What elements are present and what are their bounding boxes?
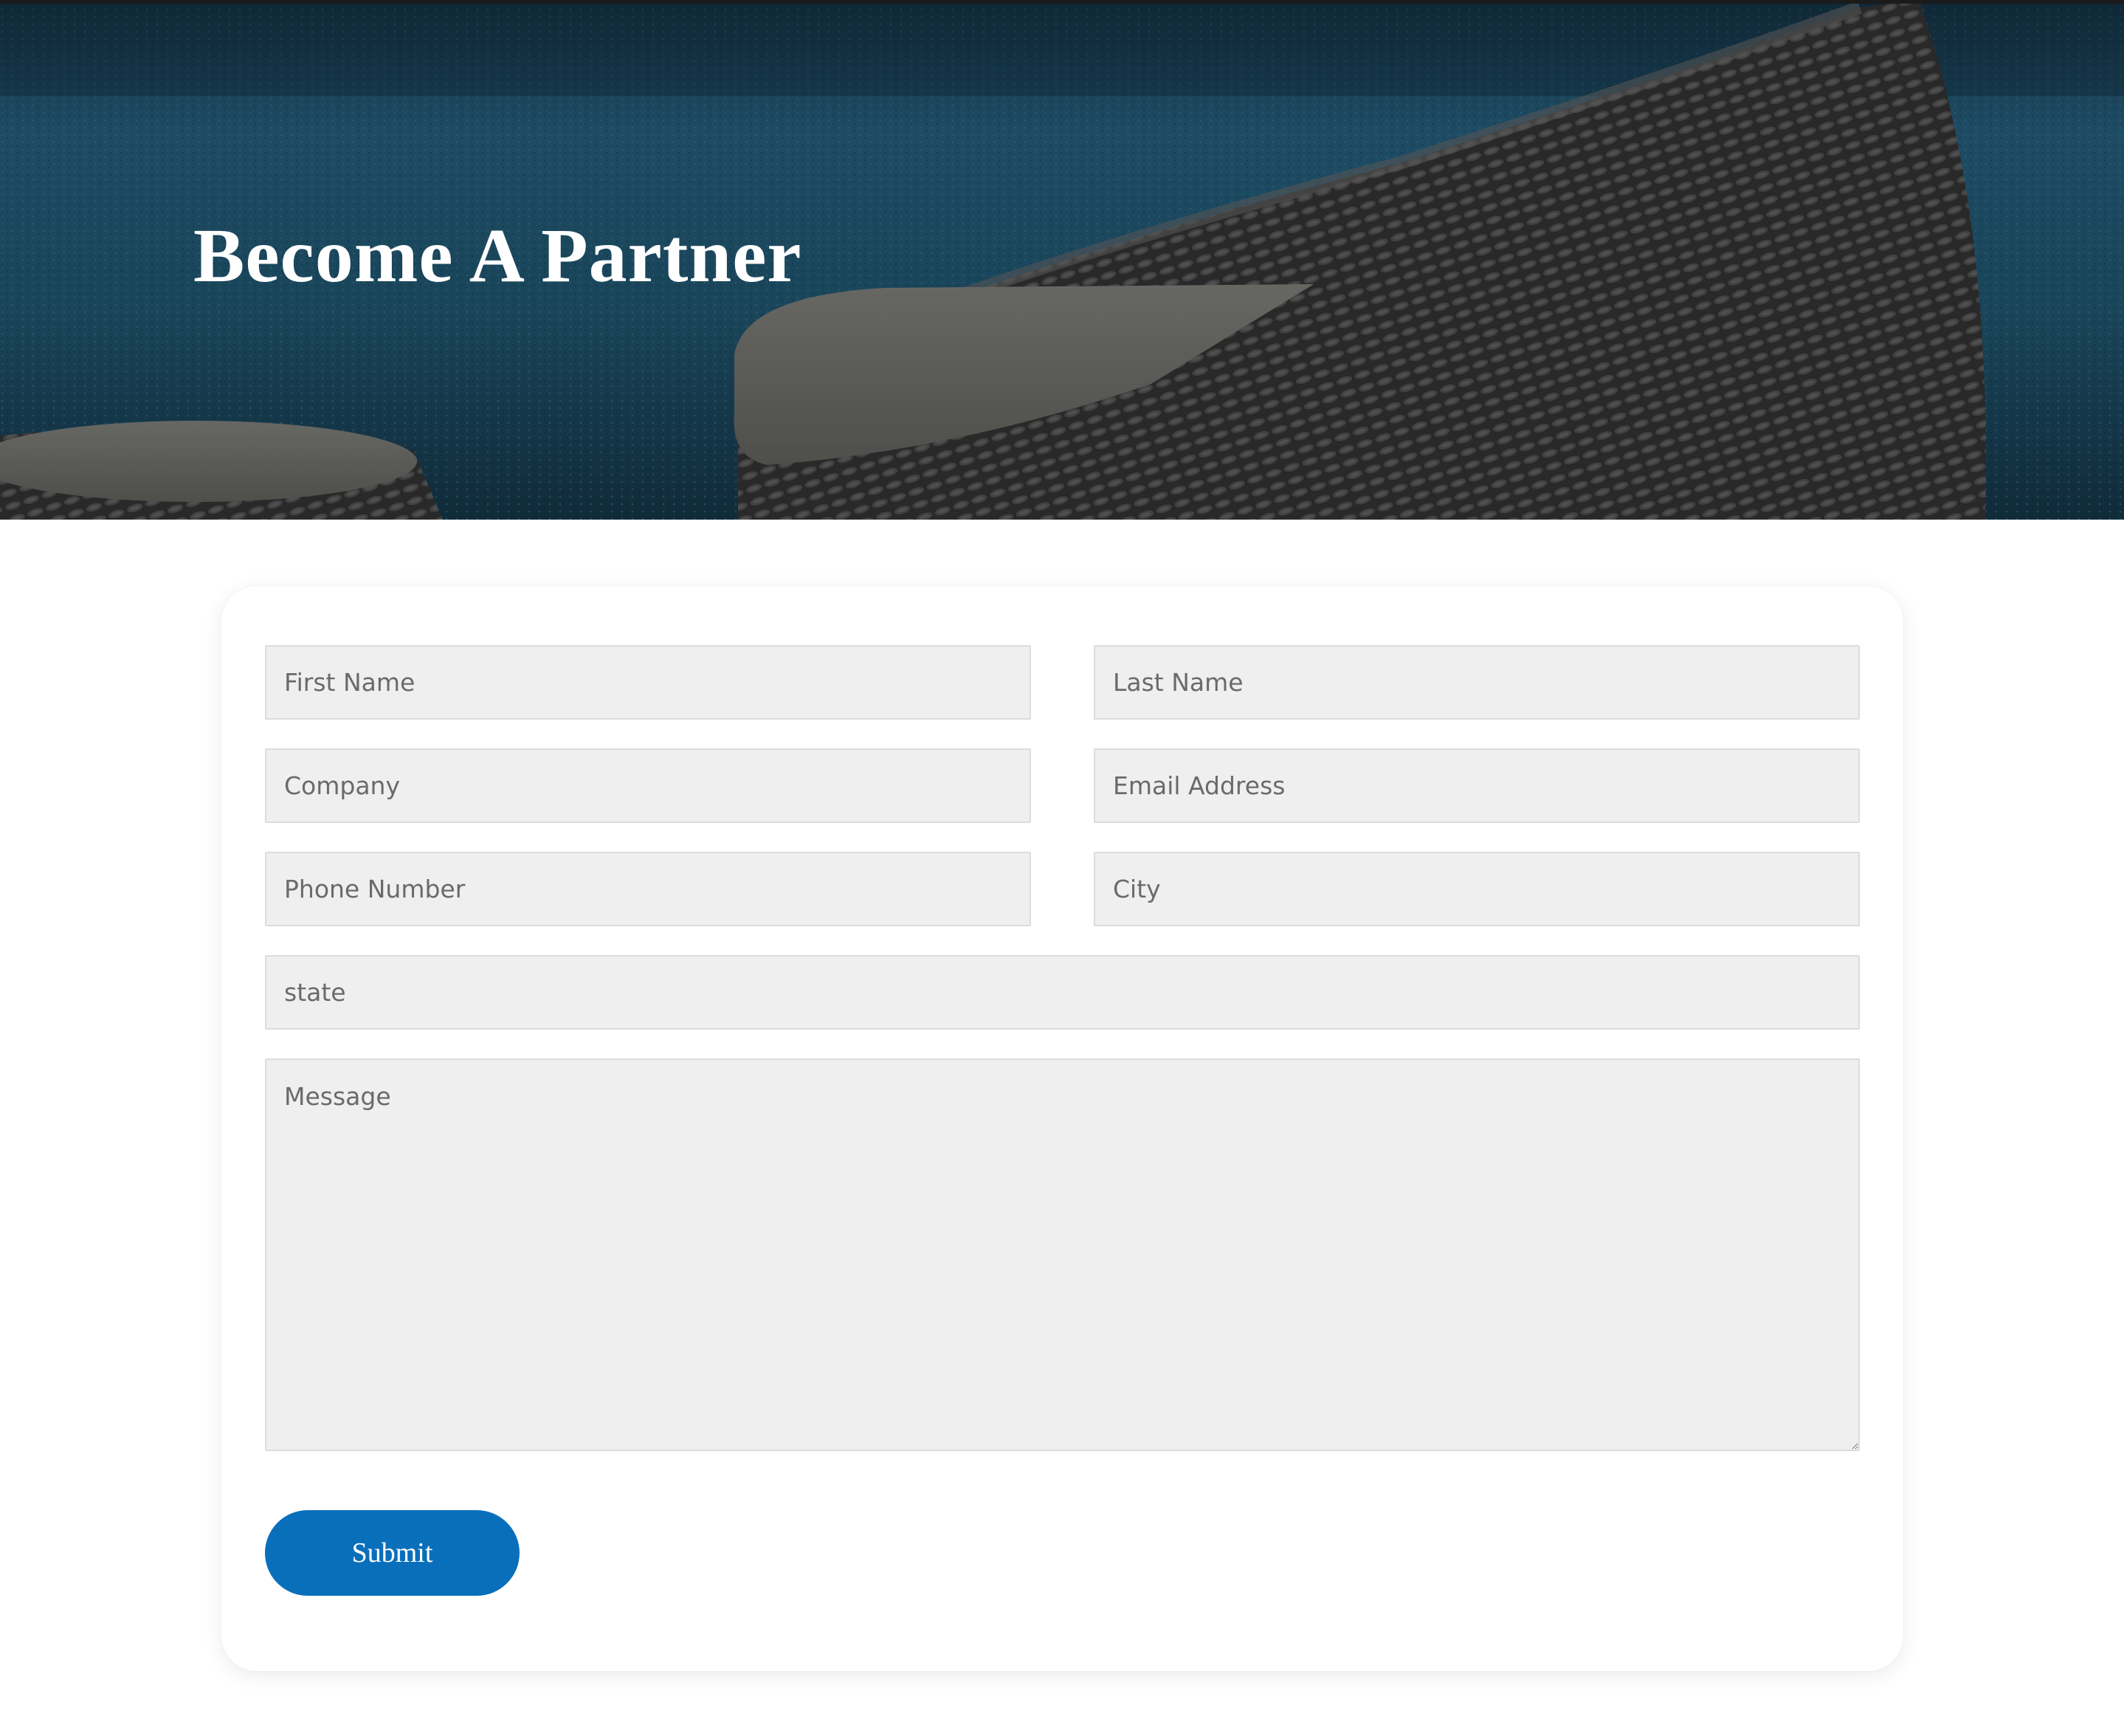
message-textarea[interactable] — [265, 1058, 1860, 1451]
phone-input[interactable] — [265, 852, 1031, 926]
company-input[interactable] — [265, 748, 1031, 823]
city-input[interactable] — [1094, 852, 1860, 926]
top-border — [0, 0, 2124, 4]
state-input[interactable] — [265, 955, 1860, 1030]
email-input[interactable] — [1094, 748, 1860, 823]
partner-form: Submit — [221, 586, 1903, 1671]
first-name-input[interactable] — [265, 645, 1031, 720]
last-name-input[interactable] — [1094, 645, 1860, 720]
submit-button[interactable]: Submit — [265, 1510, 520, 1596]
page-title: Become A Partner — [193, 213, 802, 298]
hero-banner: Become A Partner — [0, 0, 2124, 520]
